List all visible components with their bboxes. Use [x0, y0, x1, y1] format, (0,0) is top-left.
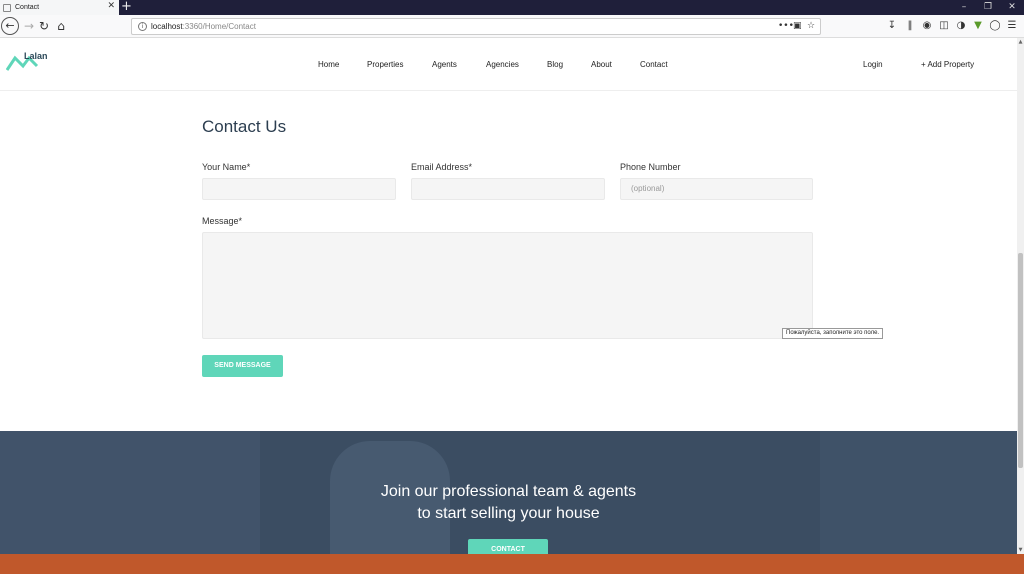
new-tab-icon[interactable]: +	[121, 0, 132, 14]
close-icon[interactable]: ✕	[107, 1, 115, 11]
logo-text[interactable]: Lalan	[24, 51, 48, 61]
window-close-icon[interactable]: ✕	[1000, 0, 1024, 15]
name-label: Your Name*	[202, 162, 251, 172]
send-message-button[interactable]: SEND MESSAGE	[202, 355, 283, 377]
globe-icon[interactable]: ◑	[954, 19, 968, 33]
phone-input[interactable]: (optional)	[620, 178, 813, 200]
browser-tab-bar: Contact ✕ + – ❐ ✕	[0, 0, 1024, 15]
name-input[interactable]	[202, 178, 396, 200]
nav-agents[interactable]: Agents	[432, 60, 457, 69]
cta-heading: Join our professional team & agents to s…	[380, 483, 637, 522]
login-link[interactable]: Login	[863, 60, 883, 69]
tab-title: Contact	[15, 4, 40, 11]
browser-toolbar: ← → ↻ ⌂ i localhost:3360/Home/Contact ••…	[0, 15, 1024, 38]
email-label: Email Address*	[411, 162, 473, 172]
phone-label: Phone Number	[620, 162, 681, 172]
message-label: Message*	[202, 216, 243, 226]
message-textarea[interactable]	[202, 232, 813, 339]
download-icon[interactable]: ↧	[885, 19, 899, 33]
nav-agencies[interactable]: Agencies	[486, 60, 519, 69]
cta-contact-button[interactable]: CONTACT	[468, 539, 548, 554]
cta-section: Join our professional team & agents to s…	[0, 431, 1017, 554]
page-title: Contact Us	[202, 117, 287, 136]
url-text: localhost:3360/Home/Contact	[151, 22, 256, 31]
scroll-down-icon[interactable]: ▼	[1017, 546, 1024, 554]
library-icon[interactable]: ‖	[903, 19, 917, 33]
reload-icon[interactable]: ↻	[35, 17, 53, 35]
bottom-strip	[0, 554, 1024, 574]
validation-tooltip: Пожалуйста, заполните это поле.	[782, 328, 884, 339]
scroll-up-icon[interactable]: ▲	[1017, 38, 1024, 46]
sidebar-icon[interactable]: ◫	[937, 19, 951, 33]
extension-icon[interactable]: ◉	[920, 19, 934, 33]
scroll-thumb[interactable]	[1018, 253, 1023, 468]
restore-icon[interactable]: ❐	[976, 0, 1000, 15]
add-property-link[interactable]: + Add Property	[921, 60, 974, 69]
info-icon[interactable]: i	[138, 22, 147, 31]
site-header: Lalan Home Properties Agents Agencies Bl…	[0, 38, 1017, 91]
back-icon[interactable]: ←	[1, 17, 19, 35]
download-helper-icon[interactable]: ▼	[971, 19, 985, 33]
bookmark-star-icon[interactable]: ☆	[807, 21, 815, 31]
email-input[interactable]	[411, 178, 605, 200]
address-bar[interactable]: i localhost:3360/Home/Contact ••• ▣ ☆	[131, 18, 821, 35]
nav-home[interactable]: Home	[318, 60, 339, 69]
page-scrollbar[interactable]: ▲ ▼	[1017, 38, 1024, 554]
nav-blog[interactable]: Blog	[547, 60, 563, 69]
browser-tab[interactable]: Contact ✕	[0, 0, 119, 15]
page-icon	[3, 3, 11, 12]
minimize-icon[interactable]: –	[952, 0, 976, 15]
nav-properties[interactable]: Properties	[367, 60, 403, 69]
pocket-icon[interactable]: ▣	[793, 21, 802, 31]
home-icon[interactable]: ⌂	[52, 17, 70, 35]
nav-contact[interactable]: Contact	[640, 60, 668, 69]
nav-about[interactable]: About	[591, 60, 612, 69]
menu-icon[interactable]: ☰	[1005, 19, 1019, 33]
sync-icon[interactable]: ◯	[988, 19, 1002, 33]
page-actions-icon[interactable]: •••	[778, 21, 794, 31]
